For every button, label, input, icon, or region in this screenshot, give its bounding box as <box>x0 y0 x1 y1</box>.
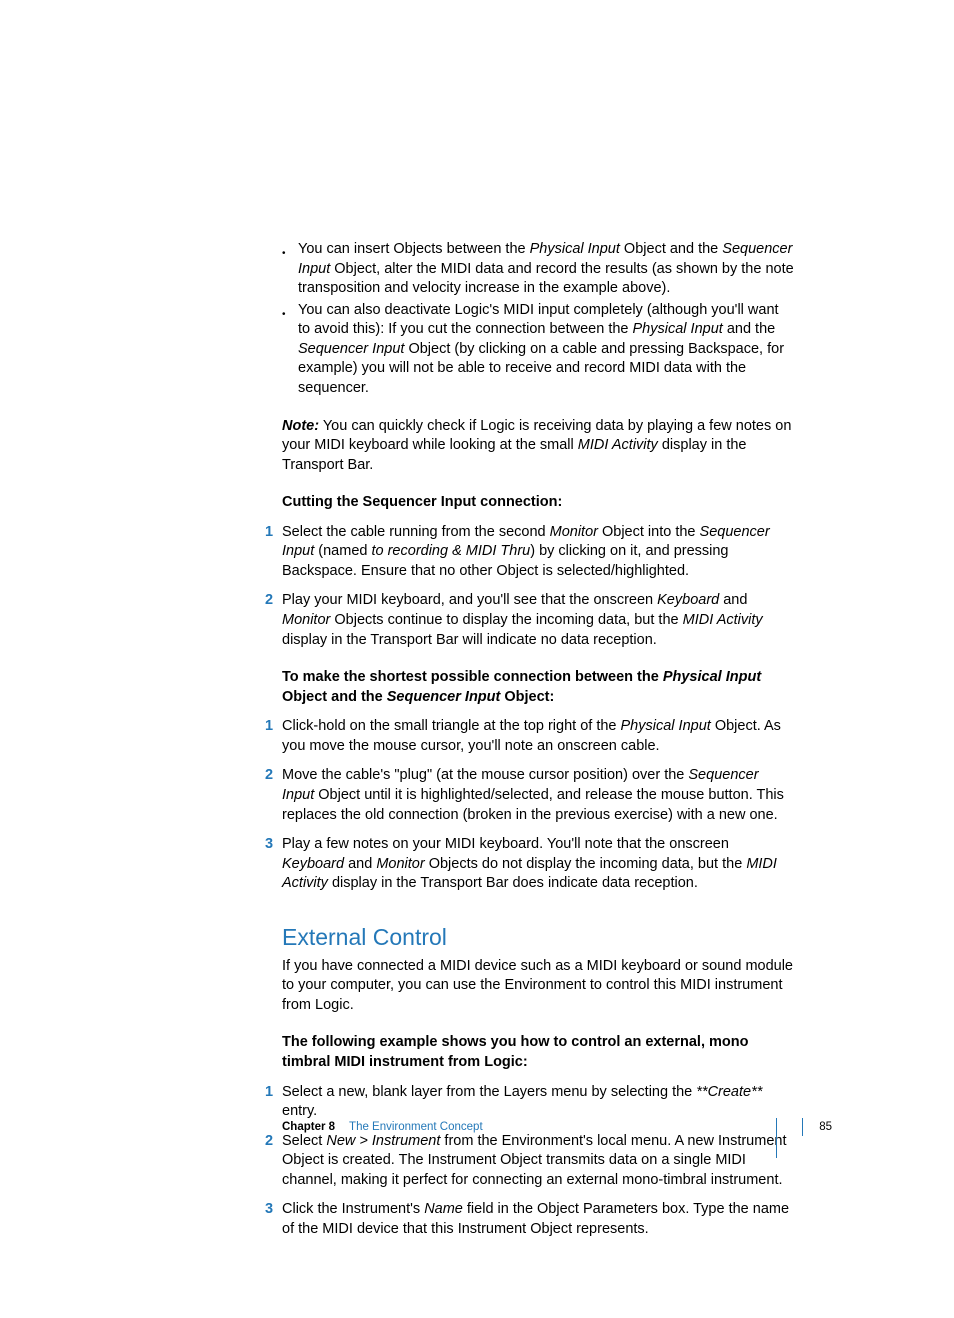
bullet-marker <box>282 301 298 399</box>
step-number: 1 <box>265 523 282 582</box>
step: 2 Play your MIDI keyboard, and you'll se… <box>282 591 794 650</box>
note-text: You can quickly check if Logic is receiv… <box>282 418 791 473</box>
step-number: 3 <box>265 835 282 894</box>
procedure-title: The following example shows you how to c… <box>282 1033 794 1072</box>
step-text: Select a new, blank layer from the Layer… <box>282 1083 794 1122</box>
page-footer: Chapter 8 The Environment Concept 85 <box>282 1118 832 1136</box>
footer-title: The Environment Concept <box>349 1121 483 1133</box>
step-text: Click-hold on the small triangle at the … <box>282 717 794 756</box>
bullet-item: You can also deactivate Logic's MIDI inp… <box>282 301 794 399</box>
footer-chapter: Chapter 8 <box>282 1121 335 1133</box>
numbered-list: 1 Select a new, blank layer from the Lay… <box>282 1083 794 1240</box>
step-text: Play a few notes on your MIDI keyboard. … <box>282 835 794 894</box>
step: 3 Click the Instrument's Name field in t… <box>282 1200 794 1239</box>
procedure-block: The following example shows you how to c… <box>282 1033 794 1239</box>
step-text: Select New > Instrument from the Environ… <box>282 1132 794 1191</box>
bullet-text: You can insert Objects between the Physi… <box>298 240 794 299</box>
bullet-item: You can insert Objects between the Physi… <box>282 240 794 299</box>
step: 2 Move the cable's "plug" (at the mouse … <box>282 766 794 825</box>
step: 1 Click-hold on the small triangle at th… <box>282 717 794 756</box>
section-heading: External Control <box>282 924 794 951</box>
bullet-text: You can also deactivate Logic's MIDI inp… <box>298 301 794 399</box>
procedure-title: To make the shortest possible connection… <box>282 668 794 707</box>
step-number: 2 <box>265 591 282 650</box>
numbered-list: 1 Click-hold on the small triangle at th… <box>282 717 794 894</box>
procedure-title: Cutting the Sequencer Input connection: <box>282 493 794 513</box>
step: 1 Select a new, blank layer from the Lay… <box>282 1083 794 1122</box>
step-number: 2 <box>265 766 282 825</box>
note-prefix: Note: <box>282 418 319 434</box>
footer-accent-line <box>776 1118 777 1158</box>
step-number: 3 <box>265 1200 282 1239</box>
step-number: 2 <box>265 1132 282 1191</box>
bullet-list: You can insert Objects between the Physi… <box>282 240 794 399</box>
step: 1 Select the cable running from the seco… <box>282 523 794 582</box>
bullet-marker <box>282 240 298 299</box>
note-paragraph: Note: You can quickly check if Logic is … <box>282 417 794 476</box>
step-number: 1 <box>265 1083 282 1122</box>
step-text: Click the Instrument's Name field in the… <box>282 1200 794 1239</box>
step-text: Move the cable's "plug" (at the mouse cu… <box>282 766 794 825</box>
step-text: Play your MIDI keyboard, and you'll see … <box>282 591 794 650</box>
step: 2 Select New > Instrument from the Envir… <box>282 1132 794 1191</box>
step: 3 Play a few notes on your MIDI keyboard… <box>282 835 794 894</box>
procedure-block: To make the shortest possible connection… <box>282 668 794 894</box>
footer-page-number: 85 <box>802 1118 832 1136</box>
section-intro: If you have connected a MIDI device such… <box>282 957 794 1016</box>
step-text: Select the cable running from the second… <box>282 523 794 582</box>
step-number: 1 <box>265 717 282 756</box>
procedure-block: Cutting the Sequencer Input connection: … <box>282 493 794 650</box>
numbered-list: 1 Select the cable running from the seco… <box>282 523 794 650</box>
